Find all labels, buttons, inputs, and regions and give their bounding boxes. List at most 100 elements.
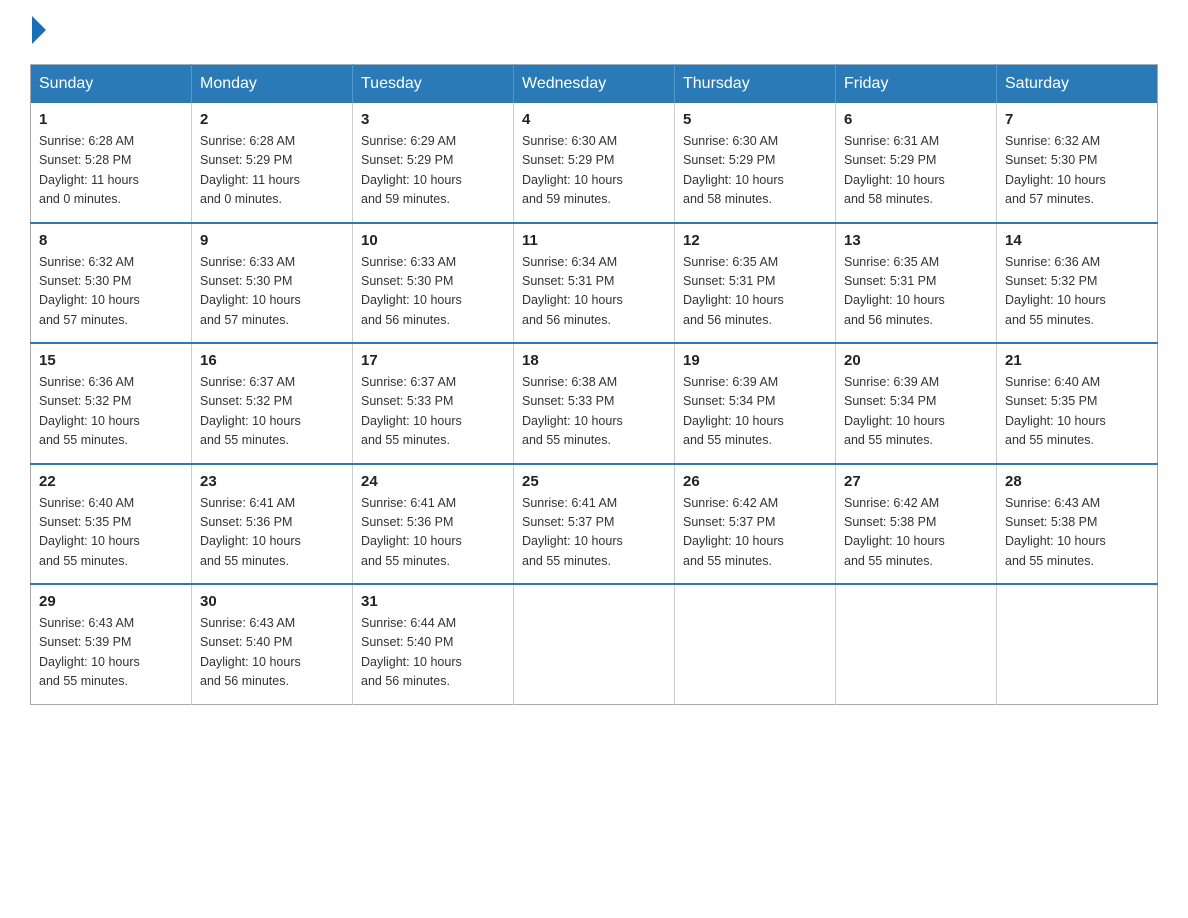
day-number: 19 [683,352,827,369]
day-info: Sunrise: 6:43 AMSunset: 5:39 PMDaylight:… [39,614,183,692]
day-info: Sunrise: 6:41 AMSunset: 5:36 PMDaylight:… [200,494,344,572]
calendar-week-row: 8 Sunrise: 6:32 AMSunset: 5:30 PMDaylight… [31,223,1158,344]
day-number: 21 [1005,352,1149,369]
day-info: Sunrise: 6:43 AMSunset: 5:40 PMDaylight:… [200,614,344,692]
calendar-cell [514,584,675,704]
calendar-cell: 14 Sunrise: 6:36 AMSunset: 5:32 PMDayligh… [997,223,1158,344]
calendar-cell: 19 Sunrise: 6:39 AMSunset: 5:34 PMDayligh… [675,343,836,464]
page-header [30,20,1158,44]
calendar-cell [997,584,1158,704]
day-info: Sunrise: 6:30 AMSunset: 5:29 PMDaylight:… [522,132,666,210]
day-info: Sunrise: 6:35 AMSunset: 5:31 PMDaylight:… [844,253,988,331]
calendar-cell: 18 Sunrise: 6:38 AMSunset: 5:33 PMDayligh… [514,343,675,464]
calendar-cell: 21 Sunrise: 6:40 AMSunset: 5:35 PMDayligh… [997,343,1158,464]
day-info: Sunrise: 6:42 AMSunset: 5:38 PMDaylight:… [844,494,988,572]
day-number: 28 [1005,473,1149,490]
day-number: 10 [361,232,505,249]
calendar-week-row: 29Sunrise: 6:43 AMSunset: 5:39 PMDayligh… [31,584,1158,704]
day-number: 9 [200,232,344,249]
day-info: Sunrise: 6:33 AMSunset: 5:30 PMDaylight:… [200,253,344,331]
calendar-cell: 13Sunrise: 6:35 AMSunset: 5:31 PMDayligh… [836,223,997,344]
day-number: 7 [1005,111,1149,128]
day-info: Sunrise: 6:28 AMSunset: 5:28 PMDaylight:… [39,132,183,210]
calendar-cell: 5Sunrise: 6:30 AMSunset: 5:29 PMDaylight… [675,103,836,223]
day-info: Sunrise: 6:38 AMSunset: 5:33 PMDaylight:… [522,373,666,451]
calendar-cell: 16 Sunrise: 6:37 AMSunset: 5:32 PMDayligh… [192,343,353,464]
calendar-cell: 28Sunrise: 6:43 AMSunset: 5:38 PMDayligh… [997,464,1158,585]
calendar-cell: 6 Sunrise: 6:31 AMSunset: 5:29 PMDaylight… [836,103,997,223]
day-info: Sunrise: 6:35 AMSunset: 5:31 PMDaylight:… [683,253,827,331]
calendar-cell: 26 Sunrise: 6:42 AMSunset: 5:37 PMDayligh… [675,464,836,585]
day-info: Sunrise: 6:36 AMSunset: 5:32 PMDaylight:… [39,373,183,451]
day-number: 27 [844,473,988,490]
calendar-cell: 15 Sunrise: 6:36 AMSunset: 5:32 PMDayligh… [31,343,192,464]
day-number: 3 [361,111,505,128]
calendar-cell: 23 Sunrise: 6:41 AMSunset: 5:36 PMDayligh… [192,464,353,585]
day-number: 18 [522,352,666,369]
day-info: Sunrise: 6:31 AMSunset: 5:29 PMDaylight:… [844,132,988,210]
calendar-cell: 11 Sunrise: 6:34 AMSunset: 5:31 PMDayligh… [514,223,675,344]
day-info: Sunrise: 6:33 AMSunset: 5:30 PMDaylight:… [361,253,505,331]
day-info: Sunrise: 6:34 AMSunset: 5:31 PMDaylight:… [522,253,666,331]
day-number: 1 [39,111,183,128]
calendar-cell: 9 Sunrise: 6:33 AMSunset: 5:30 PMDaylight… [192,223,353,344]
day-number: 17 [361,352,505,369]
calendar-week-row: 1 Sunrise: 6:28 AMSunset: 5:28 PMDaylight… [31,103,1158,223]
day-number: 31 [361,593,505,610]
day-info: Sunrise: 6:30 AMSunset: 5:29 PMDaylight:… [683,132,827,210]
day-number: 2 [200,111,344,128]
header-thursday: Thursday [675,65,836,104]
day-info: Sunrise: 6:29 AMSunset: 5:29 PMDaylight:… [361,132,505,210]
day-info: Sunrise: 6:44 AMSunset: 5:40 PMDaylight:… [361,614,505,692]
day-number: 20 [844,352,988,369]
day-info: Sunrise: 6:41 AMSunset: 5:37 PMDaylight:… [522,494,666,572]
day-number: 25 [522,473,666,490]
day-number: 12 [683,232,827,249]
calendar-cell: 8 Sunrise: 6:32 AMSunset: 5:30 PMDaylight… [31,223,192,344]
calendar-cell: 22 Sunrise: 6:40 AMSunset: 5:35 PMDayligh… [31,464,192,585]
calendar-cell: 7 Sunrise: 6:32 AMSunset: 5:30 PMDaylight… [997,103,1158,223]
calendar-cell: 4 Sunrise: 6:30 AMSunset: 5:29 PMDaylight… [514,103,675,223]
day-info: Sunrise: 6:36 AMSunset: 5:32 PMDaylight:… [1005,253,1149,331]
day-number: 23 [200,473,344,490]
header-wednesday: Wednesday [514,65,675,104]
day-info: Sunrise: 6:41 AMSunset: 5:36 PMDaylight:… [361,494,505,572]
day-info: Sunrise: 6:37 AMSunset: 5:32 PMDaylight:… [200,373,344,451]
calendar-cell: 27 Sunrise: 6:42 AMSunset: 5:38 PMDayligh… [836,464,997,585]
header-saturday: Saturday [997,65,1158,104]
day-number: 14 [1005,232,1149,249]
day-info: Sunrise: 6:32 AMSunset: 5:30 PMDaylight:… [1005,132,1149,210]
header-monday: Monday [192,65,353,104]
header-friday: Friday [836,65,997,104]
day-number: 16 [200,352,344,369]
day-info: Sunrise: 6:39 AMSunset: 5:34 PMDaylight:… [844,373,988,451]
day-info: Sunrise: 6:39 AMSunset: 5:34 PMDaylight:… [683,373,827,451]
calendar-cell: 20 Sunrise: 6:39 AMSunset: 5:34 PMDayligh… [836,343,997,464]
calendar-cell: 24 Sunrise: 6:41 AMSunset: 5:36 PMDayligh… [353,464,514,585]
day-number: 11 [522,232,666,249]
day-info: Sunrise: 6:42 AMSunset: 5:37 PMDaylight:… [683,494,827,572]
calendar-cell [836,584,997,704]
day-number: 26 [683,473,827,490]
day-number: 4 [522,111,666,128]
day-info: Sunrise: 6:32 AMSunset: 5:30 PMDaylight:… [39,253,183,331]
calendar-week-row: 15 Sunrise: 6:36 AMSunset: 5:32 PMDayligh… [31,343,1158,464]
calendar-cell: 30Sunrise: 6:43 AMSunset: 5:40 PMDayligh… [192,584,353,704]
day-number: 22 [39,473,183,490]
calendar-header-row: SundayMondayTuesdayWednesdayThursdayFrid… [31,65,1158,104]
day-number: 15 [39,352,183,369]
day-number: 24 [361,473,505,490]
logo-triangle-icon [32,16,46,44]
calendar-cell: 25 Sunrise: 6:41 AMSunset: 5:37 PMDayligh… [514,464,675,585]
calendar-cell: 1 Sunrise: 6:28 AMSunset: 5:28 PMDaylight… [31,103,192,223]
calendar-cell: 12 Sunrise: 6:35 AMSunset: 5:31 PMDayligh… [675,223,836,344]
calendar-cell: 17Sunrise: 6:37 AMSunset: 5:33 PMDayligh… [353,343,514,464]
day-info: Sunrise: 6:40 AMSunset: 5:35 PMDaylight:… [39,494,183,572]
day-info: Sunrise: 6:40 AMSunset: 5:35 PMDaylight:… [1005,373,1149,451]
calendar-cell: 2 Sunrise: 6:28 AMSunset: 5:29 PMDaylight… [192,103,353,223]
calendar-table: SundayMondayTuesdayWednesdayThursdayFrid… [30,64,1158,705]
day-number: 6 [844,111,988,128]
calendar-cell: 29Sunrise: 6:43 AMSunset: 5:39 PMDayligh… [31,584,192,704]
day-number: 8 [39,232,183,249]
day-info: Sunrise: 6:28 AMSunset: 5:29 PMDaylight:… [200,132,344,210]
